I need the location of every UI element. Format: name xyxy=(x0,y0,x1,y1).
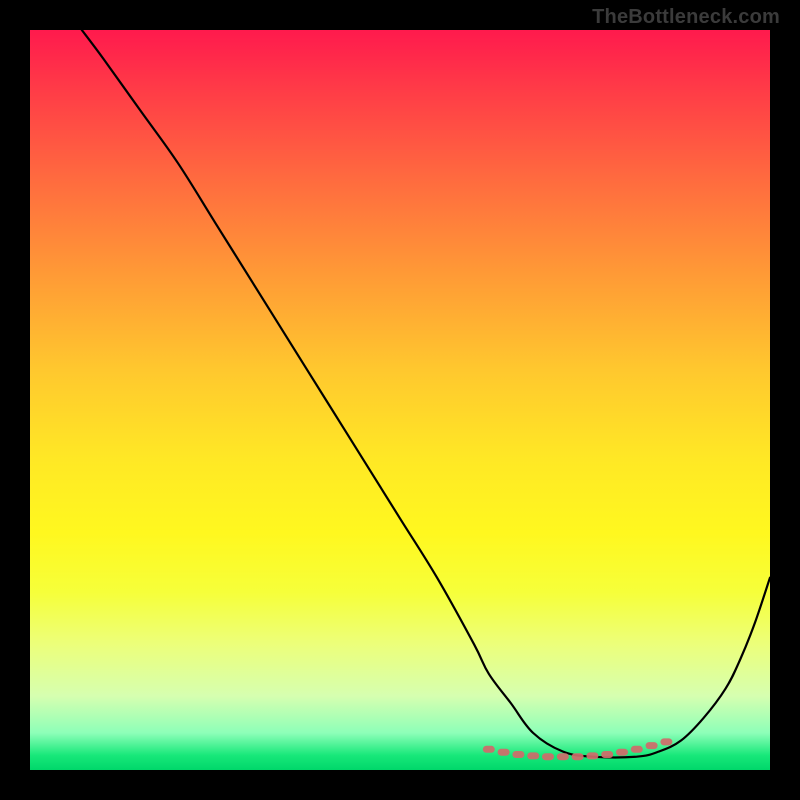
optimal-marker xyxy=(660,738,672,745)
optimal-marker xyxy=(586,752,598,759)
optimal-marker xyxy=(631,746,643,753)
optimal-marker xyxy=(557,753,569,760)
chart-frame: TheBottleneck.com xyxy=(0,0,800,800)
gradient-plot-area xyxy=(30,30,770,770)
attribution-label: TheBottleneck.com xyxy=(592,6,780,29)
optimal-marker xyxy=(601,751,613,758)
chart-svg xyxy=(30,30,770,770)
optimal-marker xyxy=(512,751,524,758)
optimal-band-markers xyxy=(483,738,673,760)
bottleneck-curve xyxy=(82,30,770,757)
optimal-marker xyxy=(483,746,495,753)
optimal-marker xyxy=(616,749,628,756)
optimal-marker xyxy=(572,753,584,760)
optimal-marker xyxy=(498,749,510,756)
optimal-marker xyxy=(646,742,658,749)
optimal-marker xyxy=(542,753,554,760)
optimal-marker xyxy=(527,752,539,759)
